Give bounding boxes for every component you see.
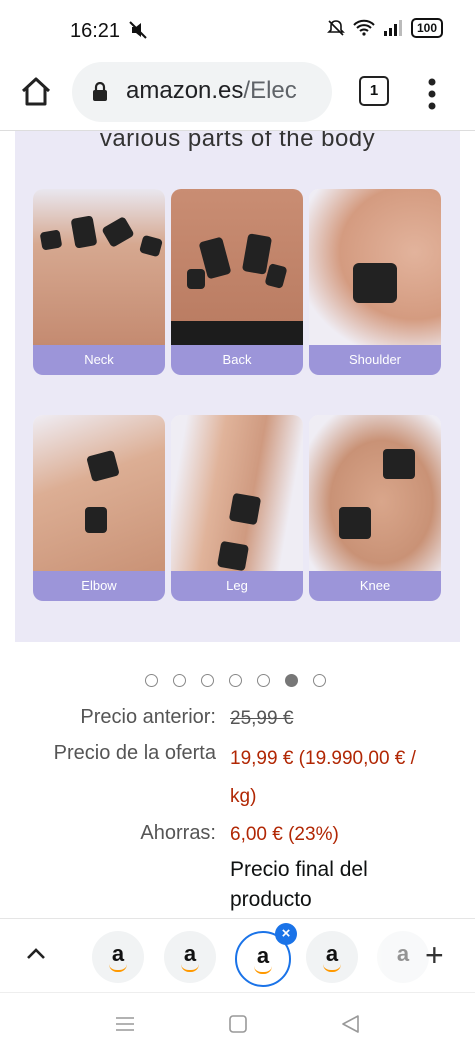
system-nav-bar (0, 992, 475, 1057)
browser-toolbar: amazon.es/Elec 1 (0, 62, 475, 126)
tab-thumbnail-active[interactable]: a × (235, 923, 297, 987)
carousel-dot[interactable] (229, 674, 242, 687)
recent-apps-icon[interactable] (114, 1015, 136, 1033)
tab-thumbnail[interactable]: a (306, 931, 358, 983)
tab-thumbnail[interactable]: a (377, 931, 429, 983)
tile-neck: Neck (33, 189, 165, 375)
offer-price-value: 19,99 € (19.990,00 € / (230, 748, 416, 769)
carousel-dot[interactable] (313, 674, 326, 687)
knee-photo (309, 415, 441, 573)
carousel-dot-active[interactable] (285, 674, 298, 687)
electrode-pad (85, 507, 107, 533)
tab-thumbnail[interactable]: a (92, 931, 144, 983)
signal-icon (383, 20, 402, 36)
electrode-pad (216, 540, 250, 572)
tab-switcher-button[interactable]: 1 (359, 76, 389, 106)
electrode-pad (353, 263, 397, 303)
home-icon[interactable] (18, 74, 54, 110)
tile-label: Back (171, 345, 303, 375)
electrode-pad (39, 229, 63, 251)
status-bar: 16:21 100 (0, 0, 475, 60)
electrode-pad (228, 492, 262, 526)
final-price-line2: producto (230, 888, 312, 911)
amazon-logo-icon: a (396, 941, 410, 966)
offer-price-unit: kg) (230, 786, 257, 807)
chevron-up-icon[interactable] (24, 943, 48, 963)
savings-label: Ahorras: (140, 822, 216, 844)
home-nav-icon[interactable] (227, 1015, 249, 1033)
status-icons: 100 (327, 18, 443, 38)
tile-label: Shoulder (309, 345, 441, 375)
tile-label: Knee (309, 571, 441, 601)
electrode-pad (383, 449, 415, 479)
mute-icon (129, 21, 147, 39)
tile-back: Back (171, 189, 303, 375)
final-price-note: Precio final del producto (230, 855, 430, 915)
close-tab-icon[interactable]: × (275, 923, 297, 945)
electrode-pad (187, 269, 205, 289)
savings-value: 6,00 € (23%) (230, 824, 339, 845)
tile-leg: Leg (171, 415, 303, 601)
tile-elbow: Elbow (33, 415, 165, 601)
final-price-line1: Precio final del (230, 858, 368, 881)
neck-photo (33, 189, 165, 347)
electrode-pad (339, 507, 371, 539)
url-path: /Elec (243, 77, 297, 104)
elbow-photo (33, 415, 165, 573)
tile-knee: Knee (309, 415, 441, 601)
previous-price-value: 25,99 € (230, 708, 294, 729)
tab-thumbnail[interactable]: a (164, 931, 216, 983)
battery-indicator: 100 (410, 18, 443, 38)
lock-icon (93, 82, 107, 101)
previous-price-label: Precio anterior: (80, 706, 216, 728)
tile-label: Elbow (33, 571, 165, 601)
carousel-dot[interactable] (173, 674, 186, 687)
url-bar[interactable]: amazon.es/Elec (72, 62, 332, 122)
tile-label: Neck (33, 345, 165, 375)
carousel-dot[interactable] (201, 674, 214, 687)
back-nav-icon[interactable] (340, 1015, 362, 1033)
offer-price-label: Precio de la oferta (53, 742, 216, 764)
new-tab-button[interactable]: + (425, 937, 444, 974)
tile-shoulder: Shoulder (309, 189, 441, 375)
waistband (171, 321, 303, 347)
image-heading: various parts of the body (99, 131, 376, 152)
carousel-indicator (145, 674, 326, 687)
status-time: 16:21 (70, 20, 121, 42)
url-text[interactable]: amazon.es/Elec (126, 77, 326, 105)
tab-strip: a a a × a a + (0, 918, 475, 991)
more-menu-icon[interactable] (424, 74, 440, 114)
carousel-dot[interactable] (257, 674, 270, 687)
tile-label: Leg (171, 571, 303, 601)
product-image[interactable]: various parts of the body Neck Back Shou… (15, 131, 460, 642)
wifi-icon (353, 19, 375, 36)
url-domain: amazon.es (126, 77, 244, 104)
bell-off-icon (327, 20, 345, 36)
carousel-dot[interactable] (145, 674, 158, 687)
